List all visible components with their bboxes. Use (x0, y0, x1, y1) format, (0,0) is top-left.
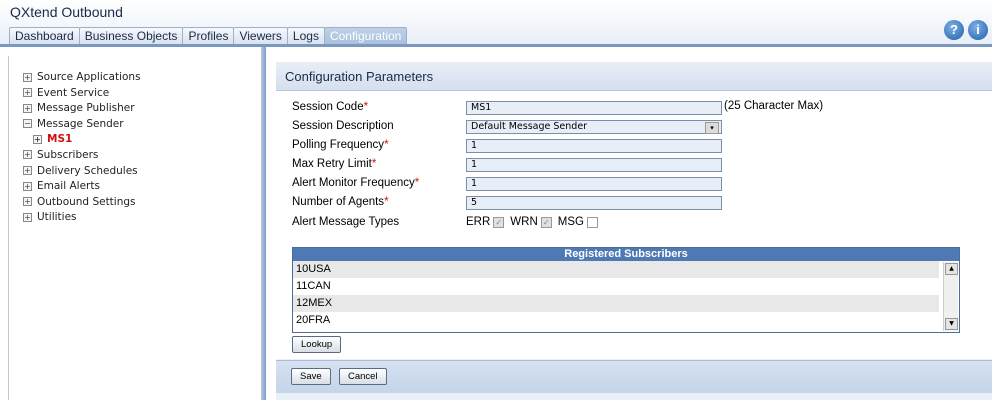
expand-icon[interactable]: + (23, 150, 32, 160)
tree-item-label: Event Service (37, 86, 110, 99)
label-text: Polling Frequency (292, 139, 385, 151)
label-text: Session Code (292, 101, 364, 113)
wrn-label: WRN (510, 216, 538, 228)
subscribers-header: Registered Subscribers (293, 248, 959, 261)
session-description-label: Session Description (292, 120, 394, 132)
session-code-label: Session Code* (292, 101, 368, 113)
panel-title: Configuration Parameters (285, 69, 434, 84)
required-marker: * (371, 158, 377, 170)
tree-item-subscribers[interactable]: + Subscribers (23, 148, 141, 164)
alert-monitor-frequency-label: Alert Monitor Frequency* (292, 177, 419, 189)
err-label: ERR (466, 216, 491, 228)
tree-item-utilities[interactable]: + Utilities (23, 210, 141, 226)
tree-item-label: Outbound Settings (37, 195, 136, 208)
tree-item-event-service[interactable]: + Event Service (23, 86, 141, 102)
help-icon[interactable]: ? (944, 20, 964, 40)
tree-item-label: MS1 (47, 133, 73, 146)
max-retry-limit-field[interactable]: 1 (466, 158, 722, 172)
required-marker: * (384, 139, 389, 151)
sidebar: + Source Applications + Event Service + Mes… (8, 56, 261, 400)
session-description-value: Default Message Sender (471, 121, 588, 132)
label-text: Number of Agents (292, 196, 385, 208)
alert-monitor-frequency-field[interactable]: 1 (466, 177, 722, 191)
scroll-up-icon[interactable]: ▲ (945, 263, 958, 275)
lookup-button[interactable]: Lookup (292, 336, 342, 353)
expand-icon[interactable]: + (33, 134, 42, 144)
scroll-down-icon[interactable]: ▼ (945, 318, 958, 330)
list-item[interactable]: 11CAN (293, 278, 939, 295)
number-of-agents-field[interactable]: 5 (466, 196, 722, 210)
tab-configuration[interactable]: Configuration (323, 27, 408, 44)
expand-icon[interactable]: + (23, 72, 32, 82)
expand-icon[interactable]: + (23, 181, 32, 191)
list-item[interactable]: 12MEX (293, 295, 939, 312)
label-text: Max Retry Limit (292, 158, 372, 170)
expand-icon[interactable]: + (23, 166, 32, 176)
tree-item-message-publisher[interactable]: + Message Publisher (23, 101, 141, 117)
tree-item-message-sender[interactable]: − Message Sender (23, 117, 141, 133)
tree-item-delivery-schedules[interactable]: + Delivery Schedules (23, 164, 141, 180)
required-marker: * (363, 101, 369, 113)
tree-item-label: Message Publisher (37, 102, 135, 115)
registered-subscribers-list: Registered Subscribers 10USA 11CAN 12MEX… (292, 247, 960, 333)
configuration-panel: Configuration Parameters Session Code* M… (276, 62, 992, 400)
tab-profiles[interactable]: Profiles (182, 27, 235, 44)
err-checkbox[interactable]: ✓ (493, 216, 505, 228)
session-code-hint: (25 Character Max) (724, 100, 824, 112)
list-item[interactable]: 10USA (293, 261, 939, 278)
app-header: QXtend Outbound Dashboard Business Objec… (0, 0, 992, 44)
required-marker: * (384, 196, 389, 208)
list-item[interactable]: 20FRA (293, 312, 939, 329)
pane-splitter[interactable] (261, 47, 266, 400)
save-button[interactable]: Save (291, 368, 331, 385)
collapse-icon[interactable]: − (23, 119, 32, 129)
expand-icon[interactable]: + (23, 88, 32, 98)
label-text: Alert Monitor Frequency (292, 177, 415, 189)
expand-icon[interactable]: + (23, 212, 32, 222)
tab-viewers[interactable]: Viewers (233, 27, 288, 44)
max-retry-limit-label: Max Retry Limit* (292, 158, 376, 170)
tab-logs[interactable]: Logs (286, 27, 325, 44)
tab-dashboard[interactable]: Dashboard (9, 27, 80, 44)
form-body: Session Code* MS1 (25 Character Max) Ses… (276, 91, 992, 359)
form-footer: Save Cancel (276, 360, 992, 393)
dropdown-arrow-icon[interactable]: ▾ (705, 122, 719, 134)
tab-business-objects[interactable]: Business Objects (78, 27, 184, 44)
panel-header: Configuration Parameters (276, 62, 992, 91)
polling-frequency-field[interactable]: 1 (466, 139, 722, 153)
tree-item-label: Utilities (37, 211, 77, 224)
alert-message-types-label: Alert Message Types (292, 216, 400, 228)
tree-item-ms1[interactable]: + MS1 (23, 132, 141, 148)
msg-label: MSG (557, 216, 584, 228)
tree-item-email-alerts[interactable]: + Email Alerts (23, 179, 141, 195)
tree-item-label: Email Alerts (37, 180, 100, 193)
tab-bar: Dashboard Business Objects Profiles View… (9, 27, 408, 44)
session-description-select[interactable]: Default Message Sender ▾ (466, 120, 722, 134)
header-divider (0, 44, 992, 47)
expand-icon[interactable]: + (23, 197, 32, 207)
expand-icon[interactable]: + (23, 103, 32, 113)
tree-item-label: Message Sender (37, 117, 124, 130)
msg-checkbox[interactable] (586, 216, 598, 228)
tree-item-label: Source Applications (37, 71, 141, 83)
session-code-field[interactable]: MS1 (466, 101, 722, 115)
tree-item-outbound-settings[interactable]: + Outbound Settings (23, 195, 141, 211)
cancel-button[interactable]: Cancel (339, 368, 387, 385)
alert-message-types-group: ERR ✓ WRN ✓ MSG (466, 216, 604, 228)
tree-item-label: Subscribers (37, 148, 99, 161)
required-marker: * (414, 177, 420, 189)
polling-frequency-label: Polling Frequency* (292, 139, 389, 151)
info-icon[interactable]: i (968, 20, 988, 40)
wrn-checkbox[interactable]: ✓ (540, 216, 552, 228)
tree-item-label: Delivery Schedules (37, 164, 138, 177)
number-of-agents-label: Number of Agents* (292, 196, 389, 208)
app-title: QXtend Outbound (10, 4, 123, 20)
tree-item-source-applications[interactable]: + Source Applications (23, 70, 141, 86)
navigation-tree: + Source Applications + Event Service + Mes… (23, 70, 141, 226)
scrollbar[interactable]: ▲ ▼ (943, 262, 958, 331)
